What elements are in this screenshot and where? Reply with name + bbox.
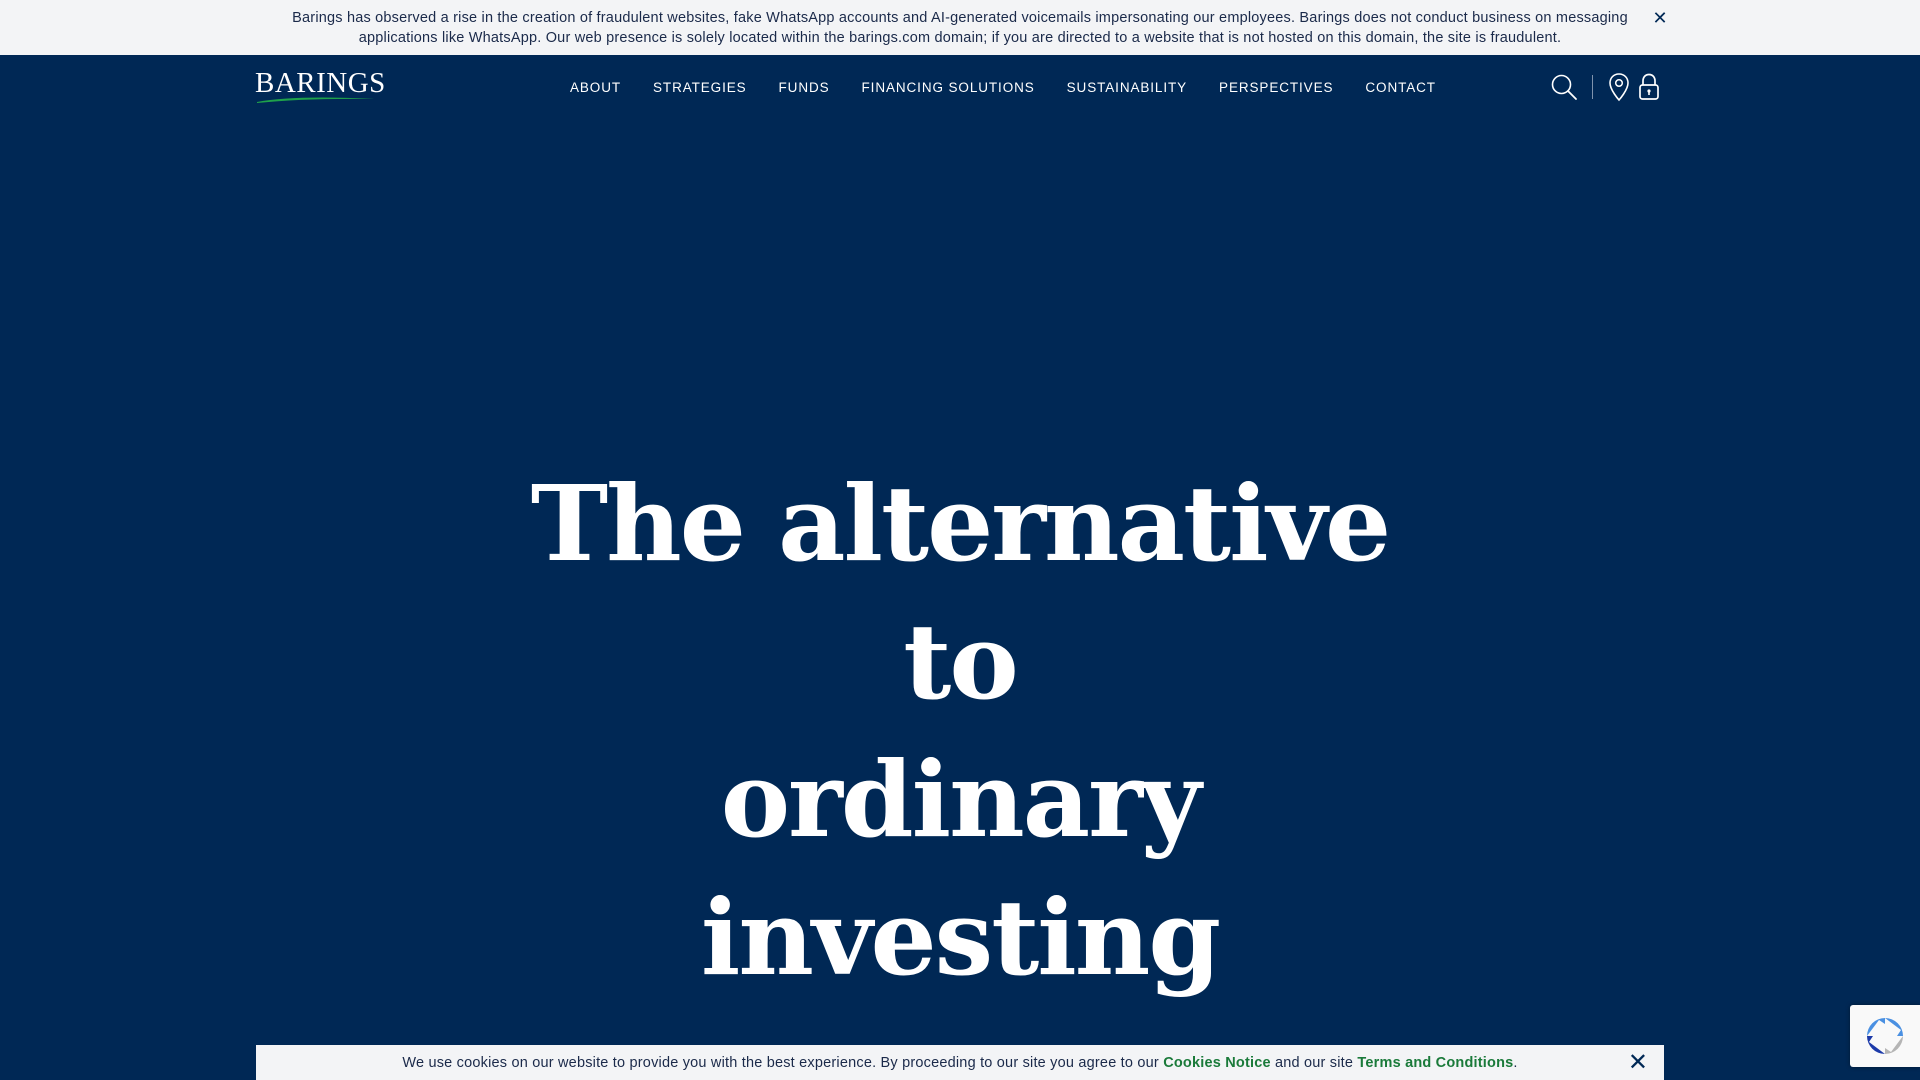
fraud-alert-banner: Barings has observed a rise in the creat…: [0, 0, 1920, 55]
nav-perspectives[interactable]: PERSPECTIVES: [1219, 80, 1333, 95]
cookie-banner: We use cookies on our website to provide…: [256, 1045, 1664, 1080]
lock-icon[interactable]: [1637, 72, 1661, 102]
nav-sustainability[interactable]: SUSTAINABILITY: [1067, 80, 1187, 95]
cookie-text-middle: and our site: [1270, 1054, 1358, 1071]
nav-about[interactable]: ABOUT: [570, 80, 621, 95]
main-nav: ABOUT STRATEGIES FUNDS FINANCING SOLUTIO…: [540, 55, 1452, 120]
header-divider: [1592, 75, 1593, 99]
site-header: BARINGS ABOUT STRATEGIES FUNDS FINANCING…: [0, 55, 1920, 120]
recaptcha-badge[interactable]: [1850, 1005, 1920, 1067]
alert-close-button[interactable]: ✕: [1648, 8, 1672, 28]
hero-line-1: The alternative to: [530, 462, 1391, 723]
cookie-text-after: .: [1513, 1054, 1518, 1071]
cookie-text: We use cookies on our website to provide…: [402, 1055, 1517, 1071]
location-pin-icon[interactable]: [1608, 72, 1630, 102]
cookie-text-before: We use cookies on our website to provide…: [402, 1054, 1164, 1071]
barings-logo[interactable]: BARINGS: [255, 67, 386, 108]
logo-wordmark: BARINGS: [255, 67, 386, 99]
nav-funds[interactable]: FUNDS: [779, 80, 830, 95]
hero-headline: The alternative to ordinary investing: [460, 455, 1460, 1007]
nav-financing-solutions[interactable]: FINANCING SOLUTIONS: [862, 80, 1035, 95]
recaptcha-icon: [1867, 1018, 1903, 1054]
search-icon[interactable]: [1550, 73, 1578, 101]
nav-strategies[interactable]: STRATEGIES: [653, 80, 747, 95]
nav-contact[interactable]: CONTACT: [1365, 80, 1436, 95]
cookies-notice-link[interactable]: Cookies Notice: [1163, 1055, 1271, 1071]
hero-line-2: ordinary investing: [700, 738, 1221, 999]
cookie-close-button[interactable]: ✕: [1626, 1051, 1650, 1075]
terms-link[interactable]: Terms and Conditions: [1357, 1055, 1513, 1071]
fraud-alert-message: Barings has observed a rise in the creat…: [292, 9, 1628, 46]
